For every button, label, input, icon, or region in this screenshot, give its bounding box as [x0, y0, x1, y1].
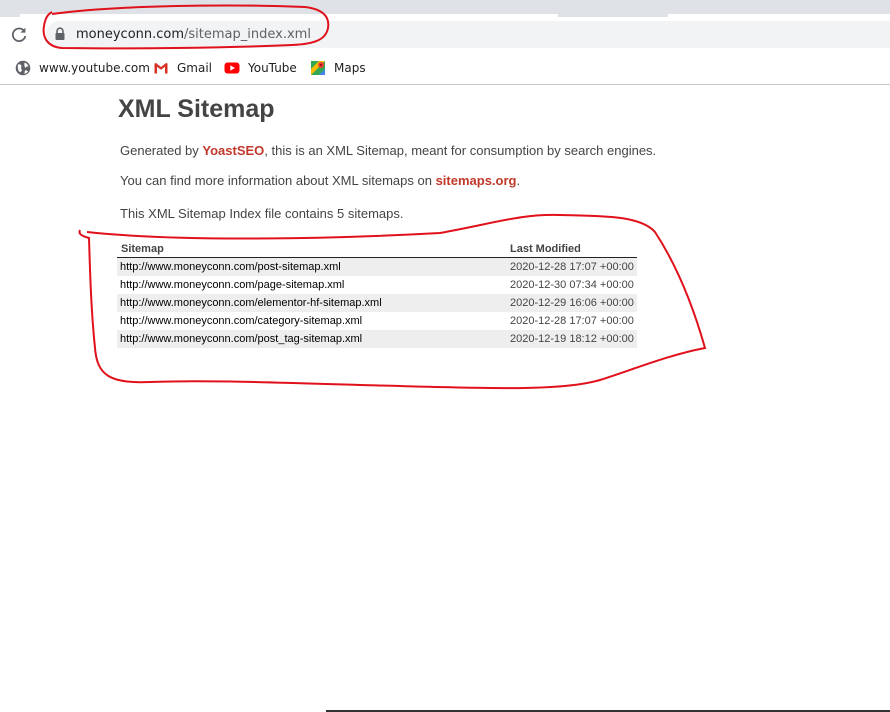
address-bar[interactable]: moneyconn.com/sitemap_index.xml	[46, 21, 890, 48]
url-text: moneyconn.com/sitemap_index.xml	[76, 26, 311, 43]
table-row: http://www.moneyconn.com/post-sitemap.xm…	[117, 258, 637, 276]
column-header-sitemap: Sitemap	[121, 243, 164, 255]
sitemap-link[interactable]: http://www.moneyconn.com/post-sitemap.xm…	[120, 260, 341, 274]
table-header: Sitemap Last Modified	[117, 239, 637, 258]
sitemap-link[interactable]: http://www.moneyconn.com/category-sitema…	[120, 314, 362, 328]
yoastseo-link[interactable]: YoastSEO	[202, 143, 264, 158]
intro-suffix: , this is an XML Sitemap, meant for cons…	[264, 143, 657, 158]
reload-button[interactable]	[9, 25, 29, 45]
sitemap-link[interactable]: http://www.moneyconn.com/post_tag-sitema…	[120, 332, 362, 346]
intro-prefix: Generated by	[120, 143, 203, 158]
bookmark-label: Gmail	[177, 61, 213, 75]
sitemap-count-text: This XML Sitemap Index file contains 5 s…	[120, 206, 404, 221]
last-modified-cell: 2020-12-19 18:12 +00:00	[510, 333, 634, 345]
info-prefix: You can find more information about XML …	[120, 173, 436, 188]
tab-strip	[0, 0, 890, 17]
table-row: http://www.moneyconn.com/category-sitema…	[117, 312, 637, 330]
last-modified-cell: 2020-12-28 17:07 +00:00	[510, 315, 634, 327]
info-text: You can find more information about XML …	[120, 172, 520, 190]
last-modified-cell: 2020-12-28 17:07 +00:00	[510, 261, 634, 273]
url-path: /sitemap_index.xml	[184, 27, 311, 42]
sitemap-link[interactable]: http://www.moneyconn.com/elementor-hf-si…	[120, 296, 382, 310]
last-modified-cell: 2020-12-29 16:06 +00:00	[510, 297, 634, 309]
reload-icon	[11, 27, 27, 42]
table-row: http://www.moneyconn.com/post_tag-sitema…	[117, 330, 637, 348]
lock-icon	[55, 27, 65, 40]
youtube-icon	[224, 62, 240, 74]
last-modified-cell: 2020-12-30 07:34 +00:00	[510, 279, 634, 291]
table-row: http://www.moneyconn.com/elementor-hf-si…	[117, 294, 637, 312]
browser-toolbar: moneyconn.com/sitemap_index.xml	[0, 17, 890, 52]
globe-icon	[15, 60, 31, 76]
page-title: XML Sitemap	[118, 95, 275, 123]
bookmark-label: Maps	[334, 61, 366, 75]
url-host: moneyconn.com	[76, 27, 185, 42]
gmail-icon	[154, 63, 168, 74]
sitemap-link[interactable]: http://www.moneyconn.com/page-sitemap.xm…	[120, 278, 344, 292]
bookmarks-bar: www.youtube.com Gmail YouTube Maps	[0, 52, 890, 85]
info-suffix: .	[516, 173, 521, 188]
bookmark-label: www.youtube.com	[39, 61, 150, 75]
intro-text: Generated by YoastSEO, this is an XML Si…	[120, 142, 656, 160]
sitemaps-org-link[interactable]: sitemaps.org	[436, 173, 517, 188]
bookmark-label: YouTube	[248, 61, 297, 75]
table-row: http://www.moneyconn.com/page-sitemap.xm…	[117, 276, 637, 294]
sitemap-table: Sitemap Last Modified http://www.moneyco…	[117, 239, 637, 348]
maps-icon	[311, 61, 325, 75]
column-header-last-modified: Last Modified	[510, 243, 581, 255]
